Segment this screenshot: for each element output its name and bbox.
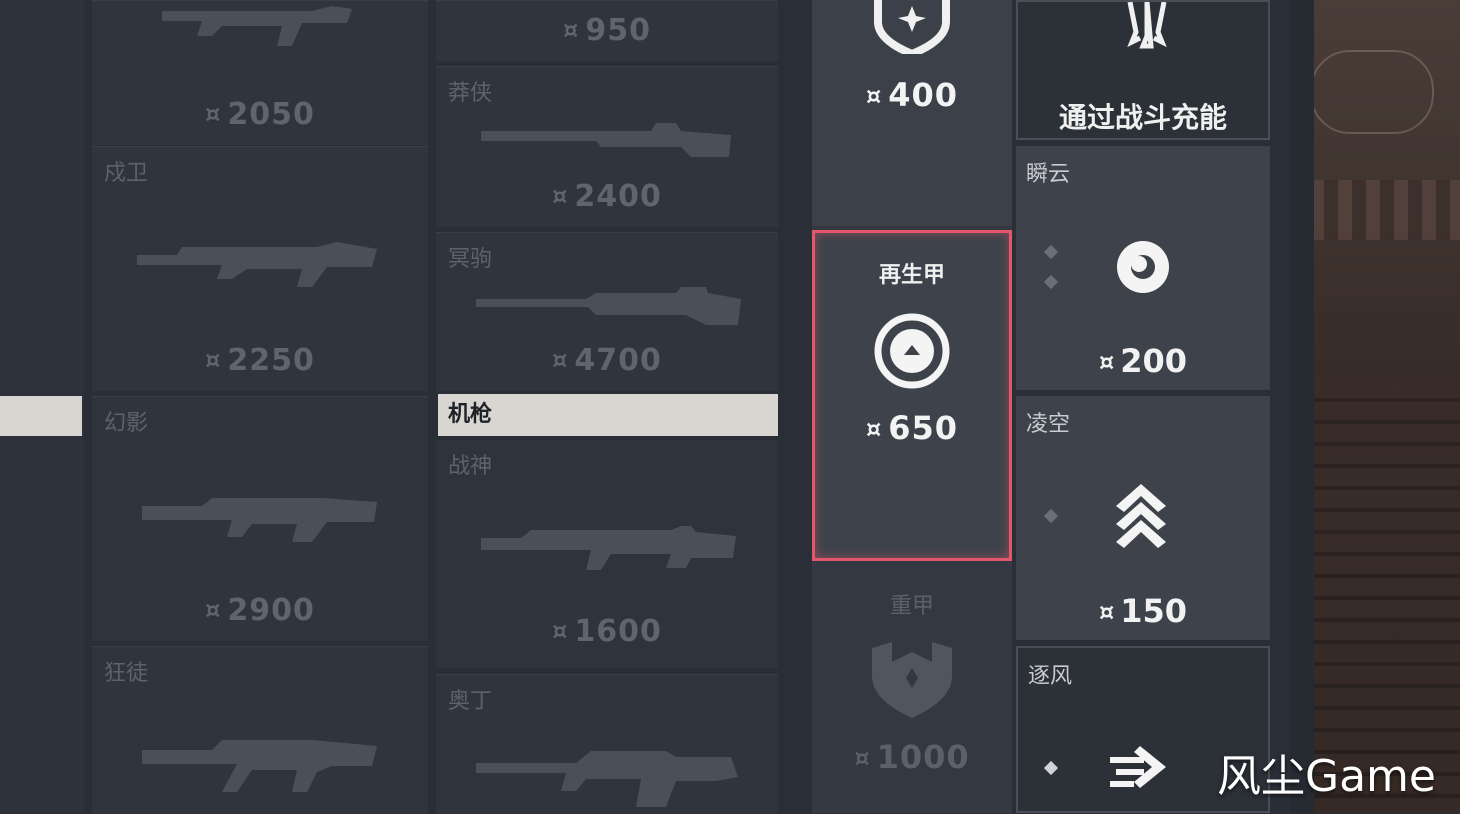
charge-pip: [1043, 760, 1059, 776]
rifle-icon: [162, 6, 352, 46]
updraft-icon: [1116, 484, 1166, 548]
light-shield-icon: [874, 0, 950, 54]
weapon-card[interactable]: 幻影 ¤ 2900: [92, 396, 428, 641]
ability-name: 瞬云: [1026, 162, 1071, 187]
credit-icon: ¤: [205, 100, 222, 128]
regen-shield-icon: [874, 313, 950, 389]
credit-icon: ¤: [552, 182, 569, 210]
sniper-icon: [476, 287, 741, 325]
weapon-price: ¤ 2900: [205, 593, 315, 628]
ability-card[interactable]: 凌空 ¤ 150: [1016, 396, 1270, 640]
heavy-shield-name: 重甲: [889, 594, 934, 619]
ability-name: 逐风: [1028, 664, 1073, 689]
weapon-name: 冥驹: [448, 247, 493, 272]
background-awning: [1310, 180, 1460, 240]
machine-gun-icon: [481, 526, 736, 570]
rifle-icon: [137, 242, 377, 287]
machine-gun-icon: [476, 751, 738, 807]
credit-icon: ¤: [552, 617, 569, 645]
light-shield-card[interactable]: ¤ 400: [812, 0, 1012, 226]
ability-price: ¤ 150: [1098, 592, 1188, 630]
weapon-name: 戍卫: [104, 161, 149, 186]
weapon-price: ¤ 2050: [205, 97, 315, 132]
regen-shield-name: 再生甲: [878, 263, 945, 288]
heavy-shield-card[interactable]: 重甲 ¤ 1000: [812, 580, 1012, 813]
panel-divider: [1290, 0, 1314, 813]
weapon-price: ¤ 2250: [205, 343, 315, 378]
charge-pip: [1043, 508, 1059, 524]
credit-icon: ¤: [865, 415, 883, 443]
tailwind-icon: [1110, 746, 1166, 788]
credit-icon: ¤: [205, 346, 222, 374]
light-shield-price: ¤ 400: [865, 76, 959, 114]
rifle-icon: [142, 498, 377, 542]
cloudburst-icon: [1117, 241, 1169, 293]
weapon-card[interactable]: 戍卫 ¤ 2250: [92, 146, 428, 391]
weapon-name: 幻影: [104, 411, 149, 436]
heavy-shield-price: ¤ 1000: [854, 738, 970, 776]
background-scene: [1290, 0, 1460, 813]
credit-icon: ¤: [1098, 598, 1115, 626]
credit-icon: ¤: [1098, 348, 1115, 376]
weapon-card[interactable]: 奥丁: [436, 674, 778, 814]
weapon-card[interactable]: 战神 ¤ 1600: [436, 440, 778, 668]
regen-shield-card[interactable]: 再生甲 ¤ 650: [812, 230, 1012, 561]
charge-pip: [1043, 244, 1059, 260]
watermark: 风尘Game: [1217, 751, 1436, 802]
weapon-name: 莽侠: [448, 81, 493, 106]
weapon-name: 战神: [448, 454, 493, 479]
credit-icon: ¤: [552, 346, 569, 374]
credit-icon: ¤: [563, 16, 580, 44]
weapon-price: ¤ 950: [563, 13, 651, 48]
heavy-shield-icon: [872, 642, 952, 718]
weapon-name: 奥丁: [448, 689, 493, 714]
ability-price: ¤ 200: [1098, 342, 1188, 380]
weapon-card[interactable]: 狂徒: [92, 646, 428, 814]
ultimate-ability-card[interactable]: 通过战斗充能: [1016, 0, 1270, 140]
category-bar-partial: [0, 396, 82, 436]
credit-icon: ¤: [205, 596, 222, 624]
weapon-card[interactable]: 冥驹 ¤ 4700: [436, 232, 778, 391]
charge-pip: [1043, 274, 1059, 290]
ability-card[interactable]: 瞬云 ¤ 200: [1016, 146, 1270, 390]
weapon-card[interactable]: ¤ 950: [436, 0, 778, 61]
rifle-icon: [142, 740, 377, 792]
background-sign: [1310, 50, 1434, 134]
weapon-price: ¤ 2400: [552, 179, 662, 214]
credit-icon: ¤: [854, 744, 871, 772]
weapon-name: 狂徒: [104, 661, 149, 686]
ultimate-charge-text: 通过战斗充能: [1058, 101, 1227, 134]
credit-icon: ¤: [865, 82, 883, 110]
shotgun-icon: [481, 123, 731, 157]
weapon-price: ¤ 1600: [552, 614, 662, 649]
weapon-card[interactable]: ¤ 2050: [92, 0, 428, 145]
regen-shield-price: ¤ 650: [865, 409, 959, 447]
ability-name: 凌空: [1026, 412, 1071, 437]
weapon-card[interactable]: 莽侠 ¤ 2400: [436, 66, 778, 227]
weapon-price: ¤ 4700: [552, 343, 662, 378]
category-bar-machine-gun: 机枪: [438, 394, 778, 436]
ultimate-ability-icon: [1127, 2, 1167, 49]
